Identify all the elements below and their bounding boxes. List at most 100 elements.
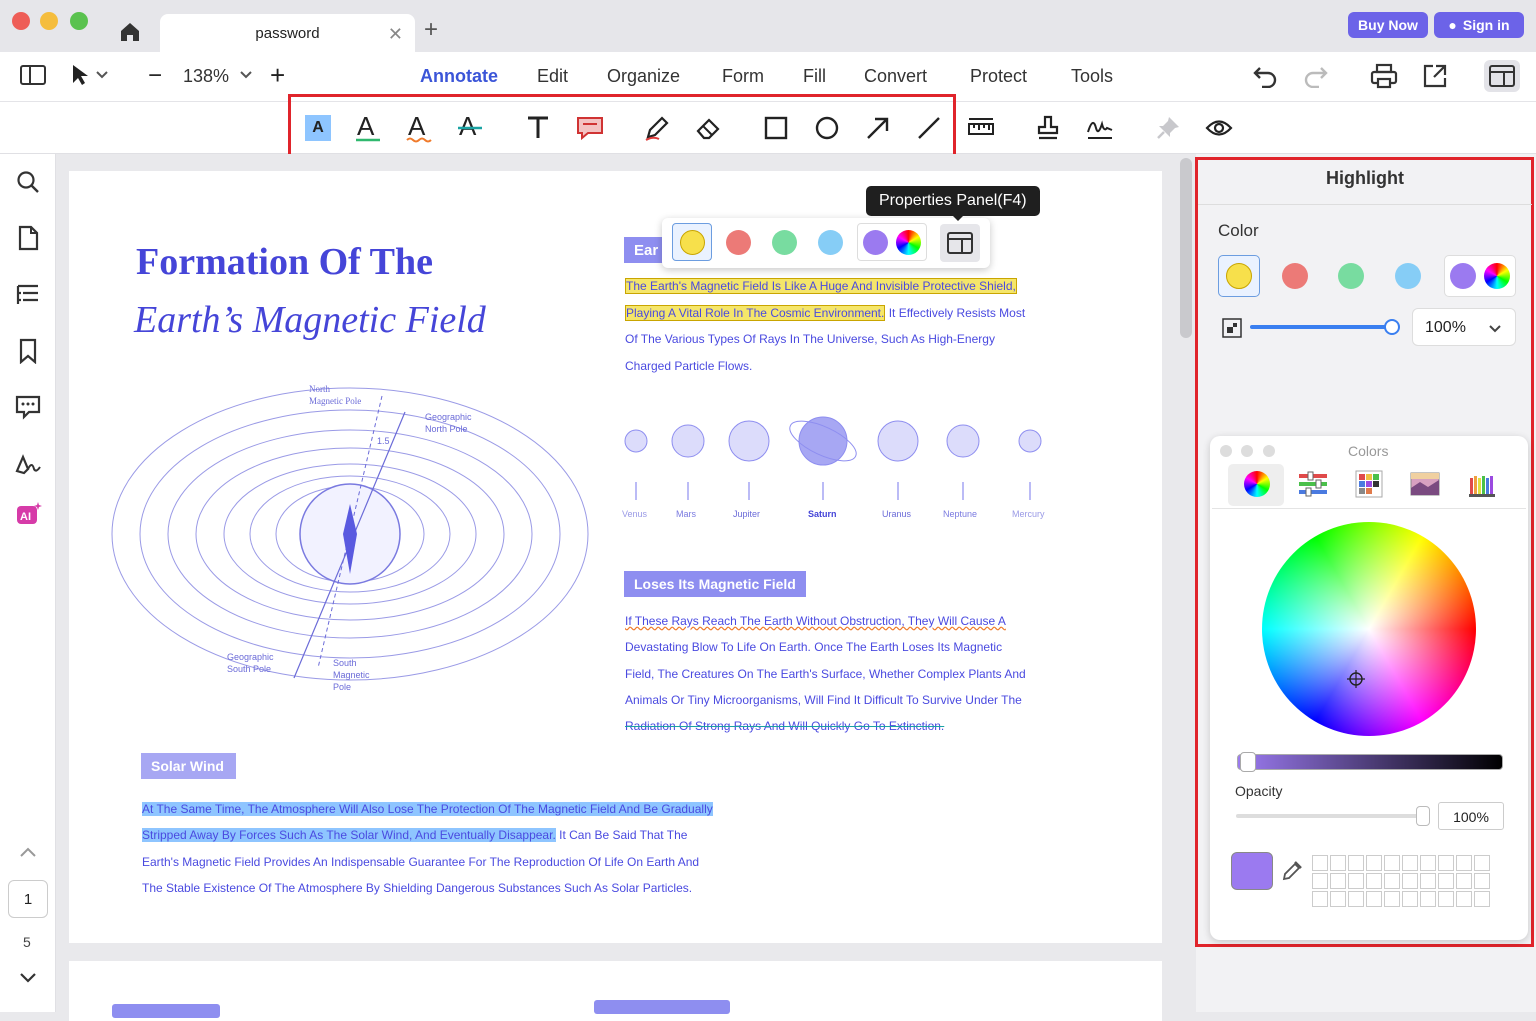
panel-swatch-blue[interactable]	[1395, 263, 1421, 289]
colors-minimize-button[interactable]	[1241, 445, 1253, 457]
panel-swatch-red[interactable]	[1282, 263, 1308, 289]
bookmark-icon[interactable]	[14, 337, 42, 365]
strikethrough-text-icon[interactable]: A	[454, 112, 486, 144]
tab-convert[interactable]: Convert	[864, 66, 927, 87]
color-wheel-tab-icon[interactable]	[1244, 471, 1270, 497]
tab-organize[interactable]: Organize	[607, 66, 680, 87]
underline-text-icon[interactable]: A	[352, 112, 384, 144]
eye-icon[interactable]	[1203, 112, 1235, 144]
measure-icon[interactable]	[965, 112, 997, 144]
tab-tools[interactable]: Tools	[1071, 66, 1113, 87]
rectangle-icon[interactable]	[760, 112, 792, 144]
tab-fill[interactable]: Fill	[803, 66, 826, 87]
color-swatch-yellow[interactable]	[680, 230, 705, 255]
stamp-icon[interactable]	[1032, 112, 1064, 144]
crayons-tab-icon[interactable]	[1468, 470, 1496, 503]
circle-icon[interactable]	[811, 112, 843, 144]
signature-icon[interactable]	[1084, 112, 1116, 144]
panel-swatch-green[interactable]	[1338, 263, 1364, 289]
color-sliders-tab-icon[interactable]	[1298, 471, 1328, 502]
color-palettes-tab-icon[interactable]	[1355, 470, 1383, 503]
color-picker-wheel-icon[interactable]	[1484, 263, 1510, 289]
zoom-out-button[interactable]: −	[148, 62, 162, 90]
eyedropper-icon[interactable]	[1281, 860, 1303, 887]
cursor-icon[interactable]	[70, 63, 110, 92]
highlighted-text[interactable]: Playing A Vital Role In The Cosmic Envir…	[625, 305, 886, 321]
close-icon[interactable]: ✕	[388, 24, 403, 45]
comment-list-icon[interactable]	[14, 393, 42, 421]
para3-line2: Stripped Away By Forces Such As The Sola…	[142, 828, 687, 842]
chevron-down-icon[interactable]	[238, 64, 254, 89]
crosshair-icon[interactable]	[1347, 670, 1365, 693]
brightness-slider-thumb[interactable]	[1240, 752, 1256, 772]
tab-protect[interactable]: Protect	[970, 66, 1027, 87]
highlighted-text[interactable]: Stripped Away By Forces Such As The Sola…	[142, 828, 556, 842]
color-swatch-purple[interactable]	[863, 230, 888, 255]
highlight-text-icon[interactable]: A	[302, 112, 334, 144]
opacity-icon	[1222, 318, 1242, 343]
planet-label: Neptune	[943, 509, 978, 519]
pencil-icon[interactable]	[641, 112, 673, 144]
chevron-up-icon[interactable]	[14, 838, 42, 866]
color-wheel[interactable]	[1262, 522, 1476, 736]
current-page-input[interactable]: 1	[8, 880, 48, 918]
ai-assistant-icon[interactable]: AI	[14, 500, 42, 528]
image-palettes-tab-icon[interactable]	[1410, 472, 1440, 501]
colors-opacity-thumb[interactable]	[1416, 806, 1430, 826]
home-icon[interactable]	[118, 20, 142, 44]
arrow-icon[interactable]	[862, 112, 894, 144]
signature-list-icon[interactable]	[14, 449, 42, 477]
tab-edit[interactable]: Edit	[537, 66, 568, 87]
colors-zoom-button[interactable]	[1263, 445, 1275, 457]
sign-in-button[interactable]: ● Sign in	[1434, 12, 1524, 38]
highlighted-text[interactable]: The Earth's Magnetic Field Is Like A Hug…	[625, 278, 1017, 294]
custom-swatch-grid[interactable]	[1312, 855, 1490, 907]
maximize-window-button[interactable]	[70, 12, 88, 30]
colors-opacity-input[interactable]: 100%	[1438, 802, 1504, 830]
zoom-in-button[interactable]: +	[270, 60, 285, 91]
print-icon[interactable]	[1370, 63, 1398, 94]
comment-icon[interactable]	[574, 112, 606, 144]
new-tab-icon[interactable]: +	[424, 16, 438, 44]
text-box-icon[interactable]	[522, 112, 554, 144]
strikethrough-text[interactable]: Radiation Of Strong Rays And Will Quickl…	[625, 719, 944, 733]
panel-swatch-purple[interactable]	[1450, 263, 1476, 289]
properties-panel-popup-button[interactable]	[940, 224, 980, 262]
buy-now-button[interactable]: Buy Now	[1348, 12, 1428, 38]
document-tab[interactable]: password ✕	[160, 14, 415, 52]
search-icon[interactable]	[14, 168, 42, 196]
chevron-down-icon[interactable]	[14, 964, 42, 992]
squiggly-text-icon[interactable]: A	[403, 112, 435, 144]
squiggly-underlined-text[interactable]: If These Rays Reach The Earth Without Ob…	[625, 614, 1006, 628]
opacity-dropdown[interactable]: 100%	[1412, 308, 1516, 346]
pin-icon[interactable]	[1152, 112, 1184, 144]
outline-icon[interactable]	[14, 281, 42, 309]
highlighted-text[interactable]: At The Same Time, The Atmosphere Will Al…	[142, 802, 713, 816]
current-color-well[interactable]	[1231, 852, 1273, 890]
zoom-level[interactable]: 138%	[183, 66, 229, 87]
brightness-slider[interactable]	[1237, 754, 1503, 770]
tab-annotate[interactable]: Annotate	[420, 66, 498, 87]
opacity-slider-track[interactable]	[1250, 325, 1392, 329]
line-icon[interactable]	[913, 112, 945, 144]
colors-close-button[interactable]	[1220, 445, 1232, 457]
properties-panel-button[interactable]	[1484, 60, 1520, 92]
close-window-button[interactable]	[12, 12, 30, 30]
minimize-window-button[interactable]	[40, 12, 58, 30]
vertical-scrollbar[interactable]	[1180, 158, 1192, 338]
tab-form[interactable]: Form	[722, 66, 764, 87]
undo-icon[interactable]	[1252, 64, 1278, 93]
page-thumbnail-icon[interactable]	[14, 224, 42, 252]
redo-icon[interactable]	[1303, 64, 1329, 93]
section-heading-solar: Solar Wind	[141, 753, 236, 779]
opacity-slider-thumb[interactable]	[1384, 319, 1400, 335]
color-swatch-green[interactable]	[772, 230, 797, 255]
color-picker-wheel-icon[interactable]	[896, 230, 921, 255]
eraser-icon[interactable]	[692, 112, 724, 144]
sidebar-toggle-icon[interactable]	[20, 64, 46, 91]
color-swatch-red[interactable]	[726, 230, 751, 255]
color-swatch-blue[interactable]	[818, 230, 843, 255]
share-icon[interactable]	[1422, 63, 1448, 94]
colors-opacity-slider[interactable]	[1236, 814, 1424, 818]
panel-swatch-yellow[interactable]	[1226, 263, 1252, 289]
